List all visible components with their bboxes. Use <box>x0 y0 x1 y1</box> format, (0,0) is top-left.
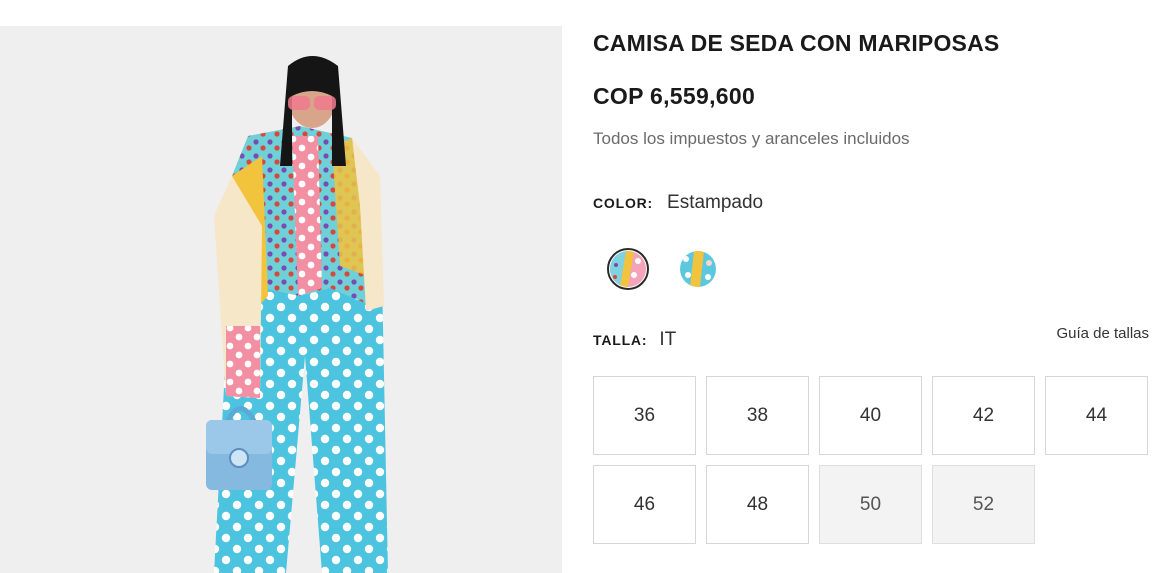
size-guide-link[interactable]: Guía de tallas <box>1056 325 1149 342</box>
color-swatches <box>607 248 719 290</box>
size-system: IT <box>659 329 677 350</box>
product-image[interactable] <box>0 26 562 573</box>
tax-note: Todos los impuestos y aranceles incluido… <box>593 129 910 148</box>
swatch-print-blue-image <box>680 251 716 287</box>
size-option-50[interactable]: 50 <box>819 465 922 544</box>
size-option-44[interactable]: 44 <box>1045 376 1148 455</box>
color-value: Estampado <box>667 192 764 213</box>
swatch-print-blue[interactable] <box>677 248 719 290</box>
product-info: CAMISA DE SEDA CON MARIPOSAS COP 6,559,6… <box>593 0 1149 573</box>
size-option-36[interactable]: 36 <box>593 376 696 455</box>
model-photo-illustration <box>206 56 388 573</box>
size-label: TALLA: <box>593 332 648 348</box>
size-option-48[interactable]: 48 <box>706 465 809 544</box>
size-label-group: TALLA: IT <box>593 329 676 351</box>
size-option-42[interactable]: 42 <box>932 376 1035 455</box>
size-option-40[interactable]: 40 <box>819 376 922 455</box>
product-price: COP 6,559,600 <box>593 83 756 109</box>
product-title: CAMISA DE SEDA CON MARIPOSAS <box>593 30 1000 56</box>
swatch-print-pink[interactable] <box>607 248 649 290</box>
size-option-38[interactable]: 38 <box>706 376 809 455</box>
size-grid: 36 38 40 42 44 46 48 50 52 <box>593 376 1148 544</box>
color-label: COLOR: <box>593 195 654 211</box>
color-row: COLOR: Estampado <box>593 192 763 214</box>
swatch-print-pink-image <box>610 251 646 287</box>
size-option-46[interactable]: 46 <box>593 465 696 544</box>
size-option-52[interactable]: 52 <box>932 465 1035 544</box>
